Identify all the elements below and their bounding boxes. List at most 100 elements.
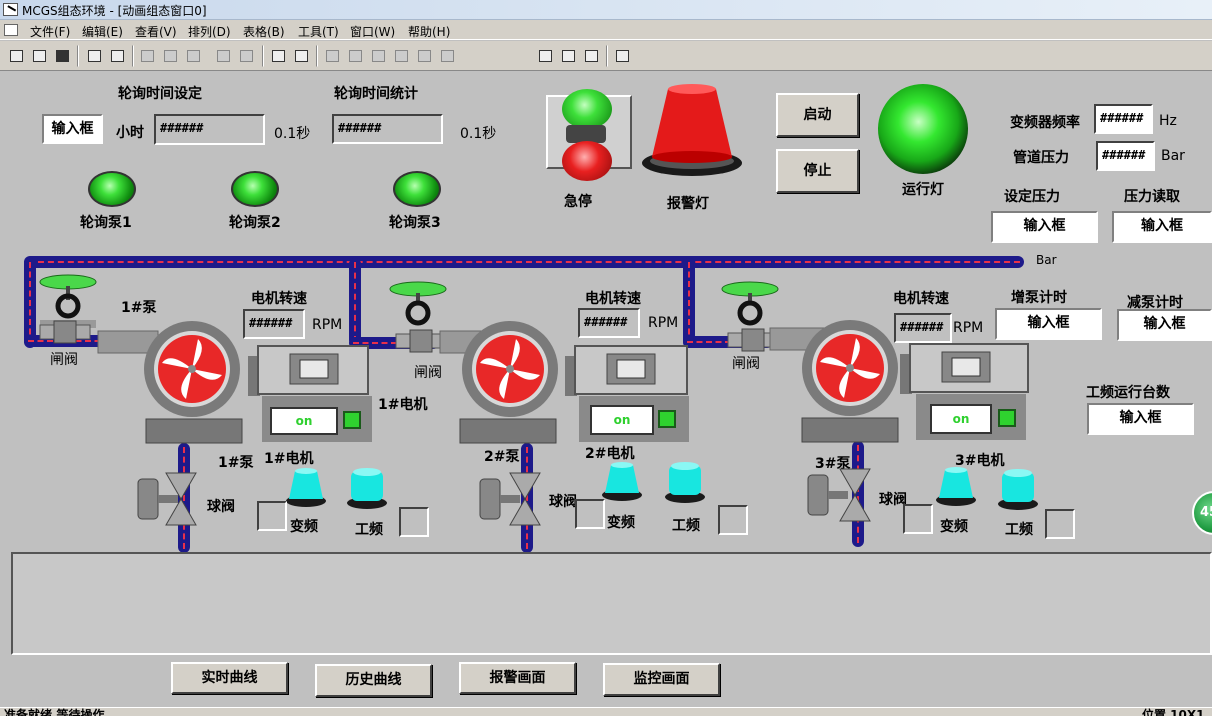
pressure-read-label: 压力读取	[1124, 189, 1180, 205]
add-pump-timer-input[interactable]: 输入框	[995, 308, 1102, 340]
estop-red-button-icon	[562, 141, 612, 181]
message-panel	[11, 552, 1212, 655]
unit-2-pf-checkbox[interactable]	[718, 505, 748, 535]
print-preview-icon[interactable]	[107, 46, 127, 66]
unit-3-vfd-label: 变频	[940, 519, 968, 535]
toolbar-separator	[262, 45, 264, 67]
unit-3-run-indicator	[998, 409, 1016, 427]
alarm-lamp-icon	[642, 84, 742, 176]
unit-2-vfd-label: 变频	[607, 515, 635, 531]
menu-bar: 文件(F) 编辑(E) 查看(V) 排列(D) 表格(B) 工具(T) 窗口(W…	[0, 20, 1212, 40]
menu-table[interactable]: 表格(B)	[243, 23, 285, 40]
add-pump-timer-label: 增泵计时	[1011, 290, 1067, 306]
pipe-pressure-value: ######	[1096, 141, 1155, 171]
menu-help[interactable]: 帮助(H)	[408, 23, 450, 40]
unit-3-speed-unit: RPM	[953, 320, 984, 336]
print-icon[interactable]	[84, 46, 104, 66]
start-button[interactable]: 启动	[776, 93, 859, 137]
unit-1-pf-lamp-icon	[347, 468, 387, 509]
menu-tools[interactable]: 工具(T)	[298, 23, 339, 40]
monitor-screen-button[interactable]: 监控画面	[603, 663, 720, 696]
menu-window[interactable]: 窗口(W)	[350, 23, 395, 40]
new-window-icon[interactable]	[6, 46, 26, 66]
unit-1-pump-bottom-label: 1#泵	[218, 455, 254, 471]
round-badge-text: 45	[1200, 505, 1212, 520]
tools-icon[interactable]	[268, 46, 288, 66]
font-icon[interactable]	[391, 46, 411, 66]
unit-2-vfd-lamp-icon	[602, 462, 642, 501]
unit-3-vfd-checkbox[interactable]	[903, 504, 933, 534]
set-pressure-label: 设定压力	[1004, 189, 1060, 205]
sort-icon[interactable]	[581, 46, 601, 66]
list-icon[interactable]	[437, 46, 457, 66]
set-pressure-input[interactable]: 输入框	[991, 211, 1098, 243]
paste-icon[interactable]	[183, 46, 203, 66]
toolbar-separator	[606, 45, 608, 67]
polling-pump-1-label: 轮询泵1	[80, 215, 132, 231]
unit-3-vfd-lamp-icon	[936, 467, 976, 506]
menu-arrange[interactable]: 排列(D)	[188, 23, 231, 40]
unit-1-ball-valve-label: 球阀	[207, 499, 235, 515]
unit-1-motor-bottom-label: 1#电机	[264, 451, 314, 467]
help-icon[interactable]	[612, 46, 632, 66]
unit-2-vfd-checkbox[interactable]	[575, 499, 605, 529]
history-curve-button[interactable]: 历史曲线	[315, 664, 432, 697]
round-badge[interactable]: 45	[1192, 491, 1212, 535]
edit-shape-icon[interactable]	[345, 46, 365, 66]
ball-valve-2-icon	[479, 472, 541, 526]
unit-1-vfd-label: 变频	[290, 519, 318, 535]
estop-label: 急停	[564, 194, 592, 210]
unit-2-valve-label: 闸阀	[414, 365, 442, 381]
pressure-read-input[interactable]: 输入框	[1112, 211, 1212, 243]
menu-view[interactable]: 查看(V)	[135, 23, 177, 40]
ball-valve-1-icon	[137, 472, 197, 526]
pipe-pressure-unit: Bar	[1161, 148, 1185, 164]
unit-1-vfd-checkbox[interactable]	[257, 501, 287, 531]
vfd-frequency-label: 变频器频率	[1010, 115, 1080, 131]
status-bar: 准备就绪,等待操作 位置 10X1	[0, 707, 1212, 716]
unit-2-pf-label: 工频	[672, 518, 700, 534]
stop-button[interactable]: 停止	[776, 149, 859, 193]
realtime-curve-button[interactable]: 实时曲线	[171, 662, 288, 694]
save-icon[interactable]	[52, 46, 72, 66]
unit-2-motor-status: on	[590, 405, 654, 435]
cut-icon[interactable]	[137, 46, 157, 66]
status-text: 准备就绪,等待操作	[4, 708, 105, 716]
window-icon[interactable]	[291, 46, 311, 66]
menu-edit[interactable]: 编辑(E)	[82, 23, 123, 40]
pipe-pressure-label: 管道压力	[1013, 150, 1069, 166]
emergency-stop-switch[interactable]	[546, 89, 632, 181]
stat-unit-label: 0.1秒	[460, 126, 497, 142]
unit-1-motor-status: on	[270, 407, 338, 435]
reduce-pump-timer-input[interactable]: 输入框	[1117, 309, 1212, 341]
unit-2-pump-bottom-label: 2#泵	[484, 449, 520, 465]
system-menu-icon[interactable]	[4, 24, 18, 36]
unit-3-motor-status: on	[930, 404, 992, 434]
undo-icon[interactable]	[213, 46, 233, 66]
open-icon[interactable]	[29, 46, 49, 66]
line-icon[interactable]	[368, 46, 388, 66]
unit-1-pf-checkbox[interactable]	[399, 507, 429, 537]
menu-file[interactable]: 文件(F)	[30, 23, 70, 40]
copy-icon[interactable]	[160, 46, 180, 66]
gate-valve-1-icon	[39, 274, 97, 328]
toolbar-separator	[132, 45, 134, 67]
redo-icon[interactable]	[236, 46, 256, 66]
alarm-screen-button[interactable]: 报警画面	[459, 662, 576, 694]
polling-input-box[interactable]: 输入框	[42, 114, 103, 144]
run-lamp-icon	[878, 84, 968, 174]
gate-valve-1-body-icon	[39, 320, 91, 344]
power-freq-count-input[interactable]: 输入框	[1087, 403, 1194, 435]
properties-icon[interactable]	[535, 46, 555, 66]
unit-2-speed-value: ######	[578, 308, 640, 338]
draw-icon[interactable]	[322, 46, 342, 66]
check-icon[interactable]	[558, 46, 578, 66]
unit-3-pf-checkbox[interactable]	[1045, 509, 1075, 539]
ball-valve-3-icon	[807, 468, 871, 522]
unit-1-motor-label: 1#电机	[378, 397, 428, 413]
polling-pump-3-lamp	[393, 171, 441, 207]
estop-green-button-icon	[562, 89, 612, 129]
vfd-frequency-unit: Hz	[1159, 113, 1177, 129]
align-icon[interactable]	[414, 46, 434, 66]
polling-stat-value: ######	[332, 114, 443, 144]
